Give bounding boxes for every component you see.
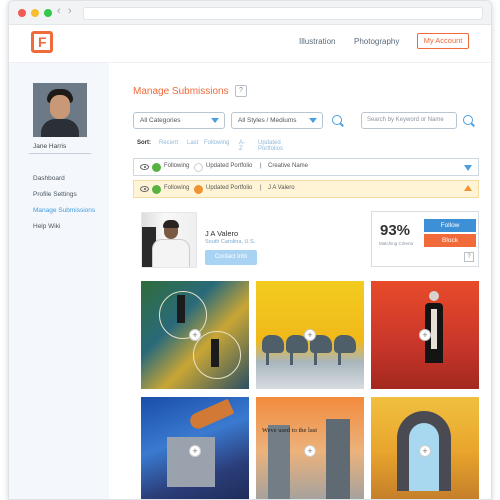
search-icon[interactable] — [332, 115, 342, 125]
match-criteria-label: Matching Criteria — [379, 241, 414, 246]
avatar-face — [50, 95, 70, 119]
eye-icon[interactable] — [140, 186, 149, 192]
artwork-leg — [314, 351, 317, 365]
address-bar[interactable] — [83, 7, 483, 20]
filter-value: J A Valero — [268, 185, 295, 191]
logo-icon[interactable]: F — [31, 31, 53, 53]
gallery-tile[interactable]: Weve used to the last + — [256, 397, 364, 499]
chevron-down-icon — [211, 118, 219, 123]
artwork-figure — [177, 295, 185, 323]
sidebar-item-help-wiki[interactable]: Help Wiki — [33, 223, 60, 230]
artwork-pillar — [326, 419, 350, 499]
sort-option-last[interactable]: Last — [187, 140, 198, 146]
artwork-block — [167, 437, 215, 487]
help-button[interactable]: ? — [235, 85, 247, 97]
sort-option-updated-portfolios[interactable]: Updated Portfolios — [258, 140, 283, 152]
style-select-value: All Styles / Mediums — [238, 117, 297, 124]
contact-info-button[interactable]: Contact Info — [205, 250, 257, 265]
sort-option-recent[interactable]: Recent — [159, 140, 178, 146]
username-divider — [29, 153, 91, 154]
add-icon[interactable]: + — [189, 329, 201, 341]
status-dot-green — [152, 185, 161, 194]
artwork-shirt — [431, 309, 437, 349]
gallery-tile[interactable]: + — [371, 397, 479, 499]
browser-window: ‹ › F Illustration Photography My Accoun… — [8, 0, 492, 500]
match-card: 93% Matching Criteria Follow Block ? — [371, 211, 479, 267]
artist-location: South Carolina, U.S. — [205, 239, 256, 245]
artwork-keyhole — [409, 423, 439, 491]
add-icon[interactable]: + — [304, 329, 316, 341]
sort-option-a-z[interactable]: A-Z — [239, 140, 245, 152]
add-icon[interactable]: + — [419, 329, 431, 341]
expand-triangle-icon[interactable] — [464, 165, 472, 171]
main-content: Manage Submissions ? All Categories All … — [109, 63, 491, 499]
my-account-button[interactable]: My Account — [417, 33, 469, 49]
gallery-tile[interactable]: + — [141, 281, 249, 389]
artwork-leg — [290, 351, 293, 365]
artwork-figure — [211, 339, 219, 367]
nav-link-illustration[interactable]: Illustration — [299, 37, 335, 46]
chevron-down-icon — [309, 118, 317, 123]
separator: | — [260, 185, 262, 191]
help-button[interactable]: ? — [464, 252, 474, 262]
following-label: Following — [164, 185, 190, 191]
status-dot-green — [152, 163, 161, 172]
sidebar-item-dashboard[interactable]: Dashboard — [33, 175, 65, 182]
nav-link-photography[interactable]: Photography — [354, 37, 399, 46]
avatar-body — [41, 119, 79, 137]
sidebar: Jane Harris Dashboard Profile Settings M… — [9, 63, 109, 499]
forward-arrow-icon[interactable]: › — [68, 5, 72, 17]
add-icon[interactable]: + — [419, 445, 431, 457]
updated-portfolio-label: Updated Portfolio — [206, 163, 253, 169]
match-percentage: 93% — [380, 222, 411, 239]
artwork-rocket — [187, 398, 235, 432]
block-button[interactable]: Block — [424, 234, 476, 247]
close-window-dot[interactable] — [18, 9, 26, 17]
photo-hair — [163, 220, 179, 228]
artwork-leg — [266, 351, 269, 365]
separator: | — [260, 163, 262, 169]
artwork-caption: Weve used to the last — [262, 427, 318, 434]
radio-button-selected[interactable] — [194, 185, 203, 194]
filter-row-active[interactable]: Following Updated Portfolio | J A Valero — [133, 180, 479, 198]
collapse-triangle-icon[interactable] — [464, 185, 472, 191]
gallery-tile[interactable]: + — [371, 281, 479, 389]
filter-row[interactable]: Following Updated Portfolio | Creative N… — [133, 158, 479, 176]
logo-letter: F — [38, 34, 47, 50]
following-label: Following — [164, 163, 190, 169]
gallery-tile[interactable]: + — [256, 281, 364, 389]
site-header: F Illustration Photography My Account — [9, 25, 491, 63]
search-input[interactable]: Search by Keyword or Name — [361, 112, 457, 129]
back-arrow-icon[interactable]: ‹ — [57, 5, 61, 17]
search-icon[interactable] — [463, 115, 473, 125]
page-title: Manage Submissions — [133, 86, 229, 97]
artist-photo[interactable] — [141, 212, 197, 268]
username: Jane Harris — [33, 143, 67, 150]
category-select[interactable]: All Categories — [133, 112, 225, 129]
eye-icon[interactable] — [140, 164, 149, 170]
add-icon[interactable]: + — [189, 445, 201, 457]
artwork-leg — [338, 351, 341, 365]
sidebar-item-profile-settings[interactable]: Profile Settings — [33, 191, 77, 198]
radio-button[interactable] — [194, 163, 203, 172]
maximize-window-dot[interactable] — [44, 9, 52, 17]
category-select-value: All Categories — [140, 117, 181, 124]
sidebar-item-manage-submissions[interactable]: Manage Submissions — [33, 207, 95, 214]
sort-option-following[interactable]: Following — [204, 140, 229, 146]
style-medium-select[interactable]: All Styles / Mediums — [231, 112, 323, 129]
artwork-head — [429, 291, 439, 301]
add-icon[interactable]: + — [304, 445, 316, 457]
artwork-pillar — [268, 425, 290, 499]
artist-name[interactable]: J A Valero — [205, 229, 238, 238]
sort-label: Sort: — [137, 140, 151, 146]
follow-button[interactable]: Follow — [424, 219, 476, 232]
filter-value: Creative Name — [268, 163, 309, 169]
photo-body — [152, 239, 190, 267]
minimize-window-dot[interactable] — [31, 9, 39, 17]
updated-portfolio-label: Updated Portfolio — [206, 185, 253, 191]
browser-titlebar: ‹ › — [9, 1, 491, 25]
gallery-tile[interactable]: + — [141, 397, 249, 499]
avatar[interactable] — [33, 83, 87, 137]
